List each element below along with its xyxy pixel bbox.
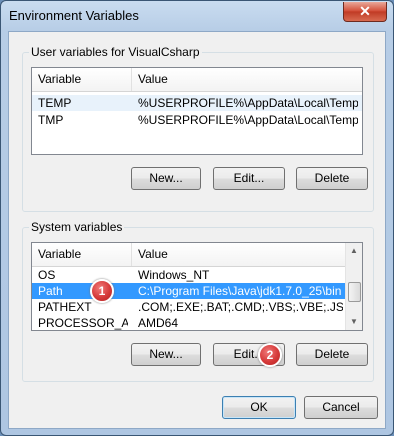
list-item[interactable]: TEMP %USERPROFILE%\AppData\Local\Temp — [32, 95, 362, 111]
user-variables-list[interactable]: Variable Value TEMP %USERPROFILE%\AppDat… — [31, 67, 363, 155]
system-new-button[interactable]: New... — [131, 343, 201, 366]
row-variable: OS — [38, 268, 56, 282]
row-variable: Path — [38, 284, 63, 298]
list-item-selected[interactable]: Path C:\Program Files\Java\jdk1.7.0_25\b… — [32, 283, 345, 299]
column-header-value[interactable]: Value — [132, 68, 362, 91]
row-value: Windows_NT — [138, 268, 210, 282]
annotation-badge-2: 2 — [258, 343, 282, 367]
dialog-body: User variables for VisualCsharp Variable… — [8, 31, 386, 429]
user-variables-group: User variables for VisualCsharp Variable… — [22, 45, 374, 212]
row-value: %USERPROFILE%\AppData\Local\Temp — [138, 96, 358, 110]
system-variables-label: System variables — [29, 220, 125, 234]
scroll-down-icon[interactable]: ▼ — [346, 314, 362, 330]
user-new-button[interactable]: New... — [131, 167, 201, 190]
scroll-up-icon[interactable]: ▲ — [346, 243, 362, 259]
row-value: %USERPROFILE%\AppData\Local\Temp — [138, 113, 358, 127]
column-header-variable[interactable]: Variable — [32, 68, 132, 91]
row-value: C:\Program Files\Java\jdk1.7.0_25\bin — [138, 284, 342, 298]
list-item[interactable]: PROCESSOR_A... AMD64 — [32, 315, 345, 330]
row-variable: PATHEXT — [38, 300, 92, 314]
list-item[interactable]: OS Windows_NT — [32, 267, 345, 283]
cancel-button[interactable]: Cancel — [304, 396, 378, 419]
user-variables-label: User variables for VisualCsharp — [29, 45, 202, 59]
close-icon: ✕ — [359, 3, 371, 19]
system-delete-button[interactable]: Delete — [296, 343, 368, 366]
row-value: AMD64 — [138, 316, 179, 330]
row-variable: TMP — [38, 113, 64, 127]
user-edit-button[interactable]: Edit... — [213, 167, 285, 190]
scrollbar-thumb[interactable] — [348, 282, 361, 302]
row-value: .COM;.EXE;.BAT;.CMD;.VBS;.VBE;.JS;.... — [138, 300, 343, 314]
vertical-scrollbar[interactable]: ▲ ▼ — [345, 243, 362, 330]
column-header-value[interactable]: Value — [132, 243, 347, 266]
list-item[interactable]: TMP %USERPROFILE%\AppData\Local\Temp — [32, 112, 362, 128]
list-item[interactable]: PATHEXT .COM;.EXE;.BAT;.CMD;.VBS;.VBE;.J… — [32, 299, 345, 315]
close-button[interactable]: ✕ — [343, 2, 387, 22]
environment-variables-dialog: Environment Variables ✕ User variables f… — [0, 0, 394, 436]
user-delete-button[interactable]: Delete — [296, 167, 368, 190]
system-variables-list[interactable]: Variable Value OS Windows_NT Path C:\Pro… — [31, 242, 363, 331]
annotation-badge-1: 1 — [90, 279, 114, 303]
ok-button[interactable]: OK — [222, 396, 296, 419]
row-variable: TEMP — [38, 96, 72, 110]
list-header: Variable Value — [32, 68, 362, 92]
column-header-variable[interactable]: Variable — [32, 243, 132, 266]
title-bar[interactable]: Environment Variables ✕ — [1, 1, 393, 31]
window-title: Environment Variables — [9, 8, 139, 23]
row-variable: PROCESSOR_A... — [38, 316, 128, 330]
system-variables-group: System variables Variable Value OS Windo… — [22, 220, 374, 382]
list-header: Variable Value — [32, 243, 362, 267]
